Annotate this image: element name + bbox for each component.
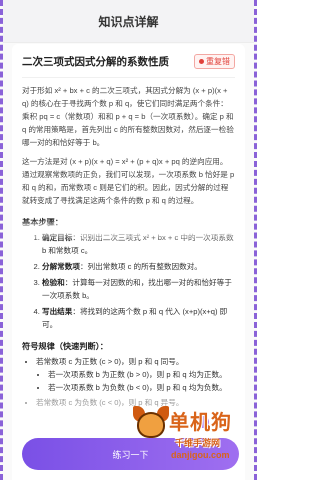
steps-heading: 基本步骤：: [22, 218, 63, 227]
step-item: 分解常数项：列出常数项 c 的所有整数因数对。: [42, 260, 235, 273]
rule-item: 若常数项 c 为正数 (c > 0)，则 p 和 q 同号。 若一次项系数 b …: [36, 355, 235, 394]
intro-paragraph: 对于形如 x² + bx + c 的二次三项式，其因式分解为 (x + p)(x…: [22, 86, 234, 147]
card-title: 二次三项式因式分解的系数性质: [22, 56, 169, 68]
step-item: 检验和：计算每一对因数的和，找出哪一对的和恰好等于一次项系数 b。: [42, 276, 235, 302]
step-item: 确定目标：识别出二次三项式 x² + bx + c 中的一次项系数 b 和常数项…: [42, 231, 235, 257]
step-item: 写出结果：将找到的这两个数 p 和 q 代入 (x+p)(x+q) 即可。: [42, 305, 235, 331]
watermark-subtitle: 千维手游网: [175, 438, 221, 448]
rule-subitem: 若一次项系数 b 为正数 (b > 0)，则 p 和 q 均为正数。: [48, 368, 235, 381]
watermark-logo: 单机狗 千维手游网 danjigou.com: [131, 402, 253, 474]
card-header: 二次三项式因式分解的系数性质 重复错: [22, 44, 235, 78]
tag-label: 重复错: [206, 57, 230, 66]
page-title: 知识点详解: [98, 14, 159, 29]
rules-heading: 符号规律（快速判断）：: [22, 342, 108, 351]
rules-list: 若常数项 c 为正数 (c > 0)，则 p 和 q 同号。 若一次项系数 b …: [22, 355, 235, 409]
watermark-brand: 单机狗: [169, 412, 232, 434]
rule-subitem: 若一次项系数 b 为负数 (b < 0)，则 p 和 q 均为负数。: [48, 381, 235, 394]
repeat-error-tag[interactable]: 重复错: [194, 54, 235, 69]
steps-list: 确定目标：识别出二次三项式 x² + bx + c 中的一次项系数 b 和常数项…: [22, 231, 235, 331]
error-dot-icon: [199, 59, 204, 64]
watermark-url: danjigou.com: [171, 450, 230, 460]
page-header: 知识点详解: [3, 0, 254, 43]
dog-mascot-icon: [131, 402, 171, 444]
rule-sublist: 若一次项系数 b 为正数 (b > 0)，则 p 和 q 均为正数。 若一次项系…: [36, 368, 235, 394]
explanation-paragraph: 这一方法是对 (x + p)(x + q) = x² + (p + q)x + …: [22, 157, 235, 205]
